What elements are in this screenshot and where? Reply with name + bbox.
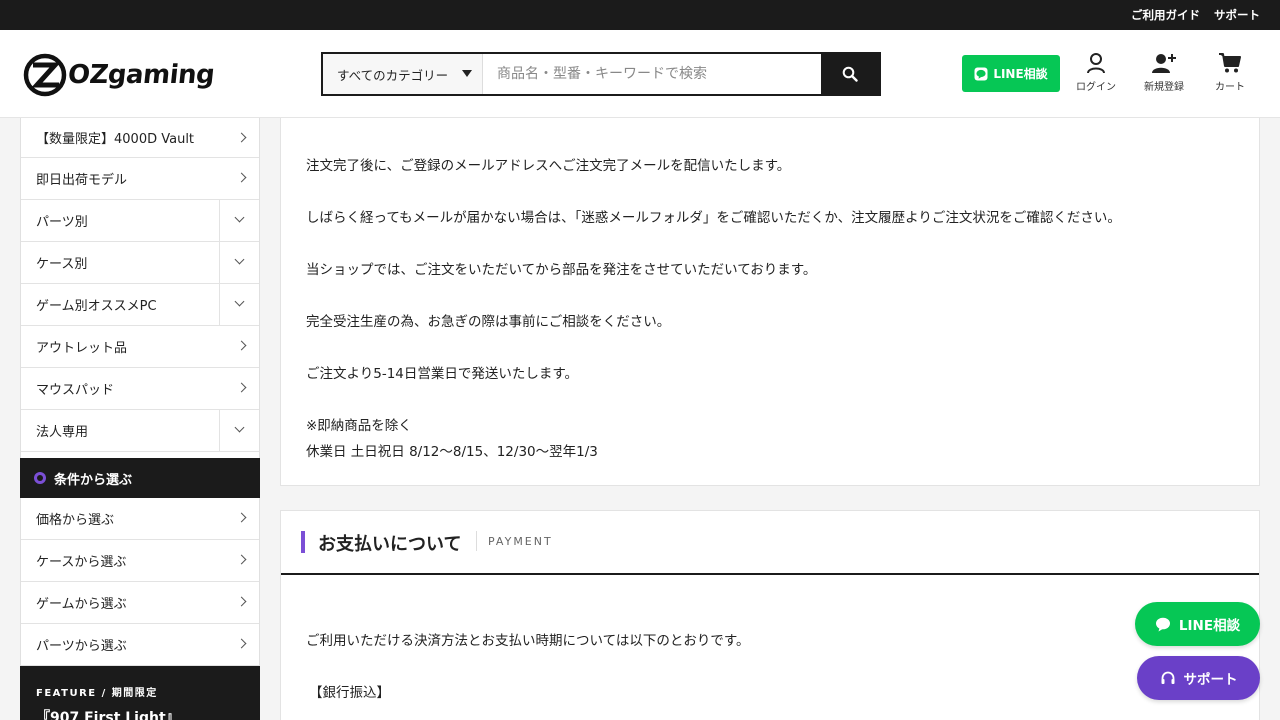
headset-icon: [1161, 671, 1174, 684]
floating-support-button[interactable]: サポート: [1137, 656, 1260, 700]
cart-icon: [1219, 53, 1241, 73]
chat-bubble-icon: [1155, 617, 1170, 631]
order-paragraph: 休業日 土日祝日 8/12〜8/15、12/30〜翌年1/3: [306, 444, 598, 460]
top-links: ご利用ガイド サポート: [1131, 0, 1260, 30]
user-add-icon: [1152, 54, 1176, 73]
sidebar-item-label: 法人専用: [36, 425, 89, 440]
expand-toggle[interactable]: [219, 410, 259, 451]
chevron-down-icon: [234, 296, 245, 307]
sidebar-item-label: マウスパッド: [36, 383, 115, 398]
sidebar-item-label: 【数量限定】4000D Vault: [36, 132, 195, 147]
sidebar-item-parts[interactable]: パーツ別: [21, 200, 259, 242]
sidebar-item-label: アウトレット品: [36, 341, 128, 356]
register-button[interactable]: 新規登録: [1134, 52, 1194, 93]
chevron-right-icon: [236, 382, 247, 393]
sidebar-item-vault[interactable]: 【数量限定】4000D Vault: [21, 118, 259, 158]
feature-tag: FEATURE / 期間限定: [36, 688, 158, 699]
sidebar-item-outlet[interactable]: アウトレット品: [21, 326, 259, 368]
chevron-right-icon: [236, 512, 247, 523]
caret-down-icon: [462, 70, 472, 77]
line-consult-label: LINE相談: [993, 67, 1048, 81]
sidebar-item-by-case[interactable]: ケースから選ぶ: [21, 540, 259, 582]
user-icon: [1087, 53, 1105, 74]
chevron-down-icon: [234, 212, 245, 223]
sidebar-item-label: ケースから選ぶ: [36, 555, 127, 570]
sidebar-item-label: ゲーム別オススメPC: [36, 299, 157, 314]
sidebar-item-game-pc[interactable]: ゲーム別オススメPC: [21, 284, 259, 326]
oz-logo-icon: [23, 53, 67, 97]
sidebar-item-by-parts[interactable]: パーツから選ぶ: [21, 624, 259, 666]
order-paragraph: 注文完了後に、ご登録のメールアドレスへご注文完了メールを配信いたします。: [306, 158, 791, 174]
sidebar-item-label: ケース別: [36, 257, 88, 272]
search-input[interactable]: [483, 54, 821, 94]
category-select-label: すべてのカテゴリー: [337, 67, 449, 83]
payment-panel: お支払いについて PAYMENT ご利用いただける決済方法とお支払い時期について…: [280, 510, 1260, 720]
accent-bar: [301, 531, 305, 553]
sidebar-item-label: ゲームから選ぶ: [36, 597, 127, 612]
sidebar-item-by-game[interactable]: ゲームから選ぶ: [21, 582, 259, 624]
chevron-right-icon: [236, 638, 247, 649]
sidebar-item-label: 即日出荷モデル: [36, 173, 128, 188]
order-paragraph: しばらく経ってもメールが届かない場合は、「迷惑メールフォルダ」をご確認いただくか…: [306, 210, 1121, 226]
sidebar-item-quick-ship[interactable]: 即日出荷モデル: [21, 158, 259, 200]
sidebar-item-label: パーツから選ぶ: [36, 639, 127, 654]
line-consult-button[interactable]: LINE相談: [962, 55, 1060, 92]
chevron-right-icon: [236, 132, 247, 143]
register-label: 新規登録: [1144, 82, 1184, 93]
sidebar-item-label: 価格から選ぶ: [36, 513, 115, 528]
sidebar: 【数量限定】4000D Vault 即日出荷モデル パーツ別 ケース別 ゲーム別…: [20, 118, 260, 720]
payment-section-header: お支払いについて PAYMENT: [281, 511, 1259, 575]
order-info-panel: 注文完了後に、ご登録のメールアドレスへご注文完了メールを配信いたします。 しばら…: [280, 118, 1260, 486]
site-header: OZgaming すべてのカテゴリー LINE相談 ログイン: [0, 30, 1280, 118]
login-label: ログイン: [1076, 82, 1116, 93]
search-button[interactable]: [821, 54, 879, 94]
section-title: お支払いについて: [318, 534, 462, 555]
top-bar: ご利用ガイド サポート: [0, 0, 1280, 30]
expand-toggle[interactable]: [219, 242, 259, 283]
sidebar-item-corporate[interactable]: 法人専用: [21, 410, 259, 452]
expand-toggle[interactable]: [219, 284, 259, 325]
chevron-down-icon: [234, 422, 245, 433]
order-paragraph: ※即納商品を除く: [306, 418, 412, 434]
sidebar-item-by-price[interactable]: 価格から選ぶ: [21, 498, 259, 540]
payment-paragraph: ご利用いただける決済方法とお支払い時期については以下のとおりです。: [306, 633, 750, 649]
line-icon: [974, 67, 988, 80]
category-select[interactable]: すべてのカテゴリー: [323, 54, 483, 94]
order-paragraph: ご注文より5-14日営業日で発送いたします。: [306, 366, 579, 382]
circle-badge-icon: [34, 472, 46, 484]
chevron-right-icon: [236, 596, 247, 607]
conditions-heading: 条件から選ぶ: [20, 458, 260, 498]
site-logo[interactable]: OZgaming: [22, 52, 216, 98]
payment-paragraph: 【銀行振込】: [309, 685, 390, 701]
chevron-right-icon: [236, 340, 247, 351]
chevron-down-icon: [234, 254, 245, 265]
chevron-right-icon: [236, 554, 247, 565]
category-menu: 【数量限定】4000D Vault 即日出荷モデル パーツ別 ケース別 ゲーム別…: [20, 118, 260, 452]
logo-text: OZgaming: [66, 60, 216, 90]
floating-line-button[interactable]: LINE相談: [1135, 602, 1260, 646]
search-icon: [842, 66, 858, 82]
sidebar-item-mousepad[interactable]: マウスパッド: [21, 368, 259, 410]
conditions-menu: 価格から選ぶ ケースから選ぶ ゲームから選ぶ パーツから選ぶ: [20, 498, 260, 666]
feature-banner[interactable]: FEATURE / 期間限定 『907 First Light』: [20, 666, 260, 720]
search-bar: すべてのカテゴリー: [321, 52, 881, 96]
cart-button[interactable]: カート: [1200, 52, 1260, 93]
section-title-en: PAYMENT: [488, 535, 553, 548]
sidebar-item-label: パーツ別: [36, 215, 88, 230]
order-paragraph: 完全受注生産の為、お急ぎの際は事前にご相談をください。: [306, 314, 671, 330]
floating-line-label: LINE相談: [1178, 618, 1241, 634]
title-divider: [476, 531, 477, 551]
guide-link[interactable]: ご利用ガイド: [1131, 7, 1200, 23]
order-paragraph: 当ショップでは、ご注文をいただいてから部品を発注をさせていただいております。: [306, 262, 817, 278]
chevron-right-icon: [236, 172, 247, 183]
floating-support-label: サポート: [1183, 672, 1238, 688]
sidebar-item-cases[interactable]: ケース別: [21, 242, 259, 284]
feature-title: 『907 First Light』: [36, 710, 180, 720]
login-button[interactable]: ログイン: [1066, 52, 1126, 93]
expand-toggle[interactable]: [219, 200, 259, 241]
cart-label: カート: [1215, 82, 1245, 93]
support-link[interactable]: サポート: [1214, 7, 1260, 23]
conditions-heading-label: 条件から選ぶ: [54, 472, 133, 488]
